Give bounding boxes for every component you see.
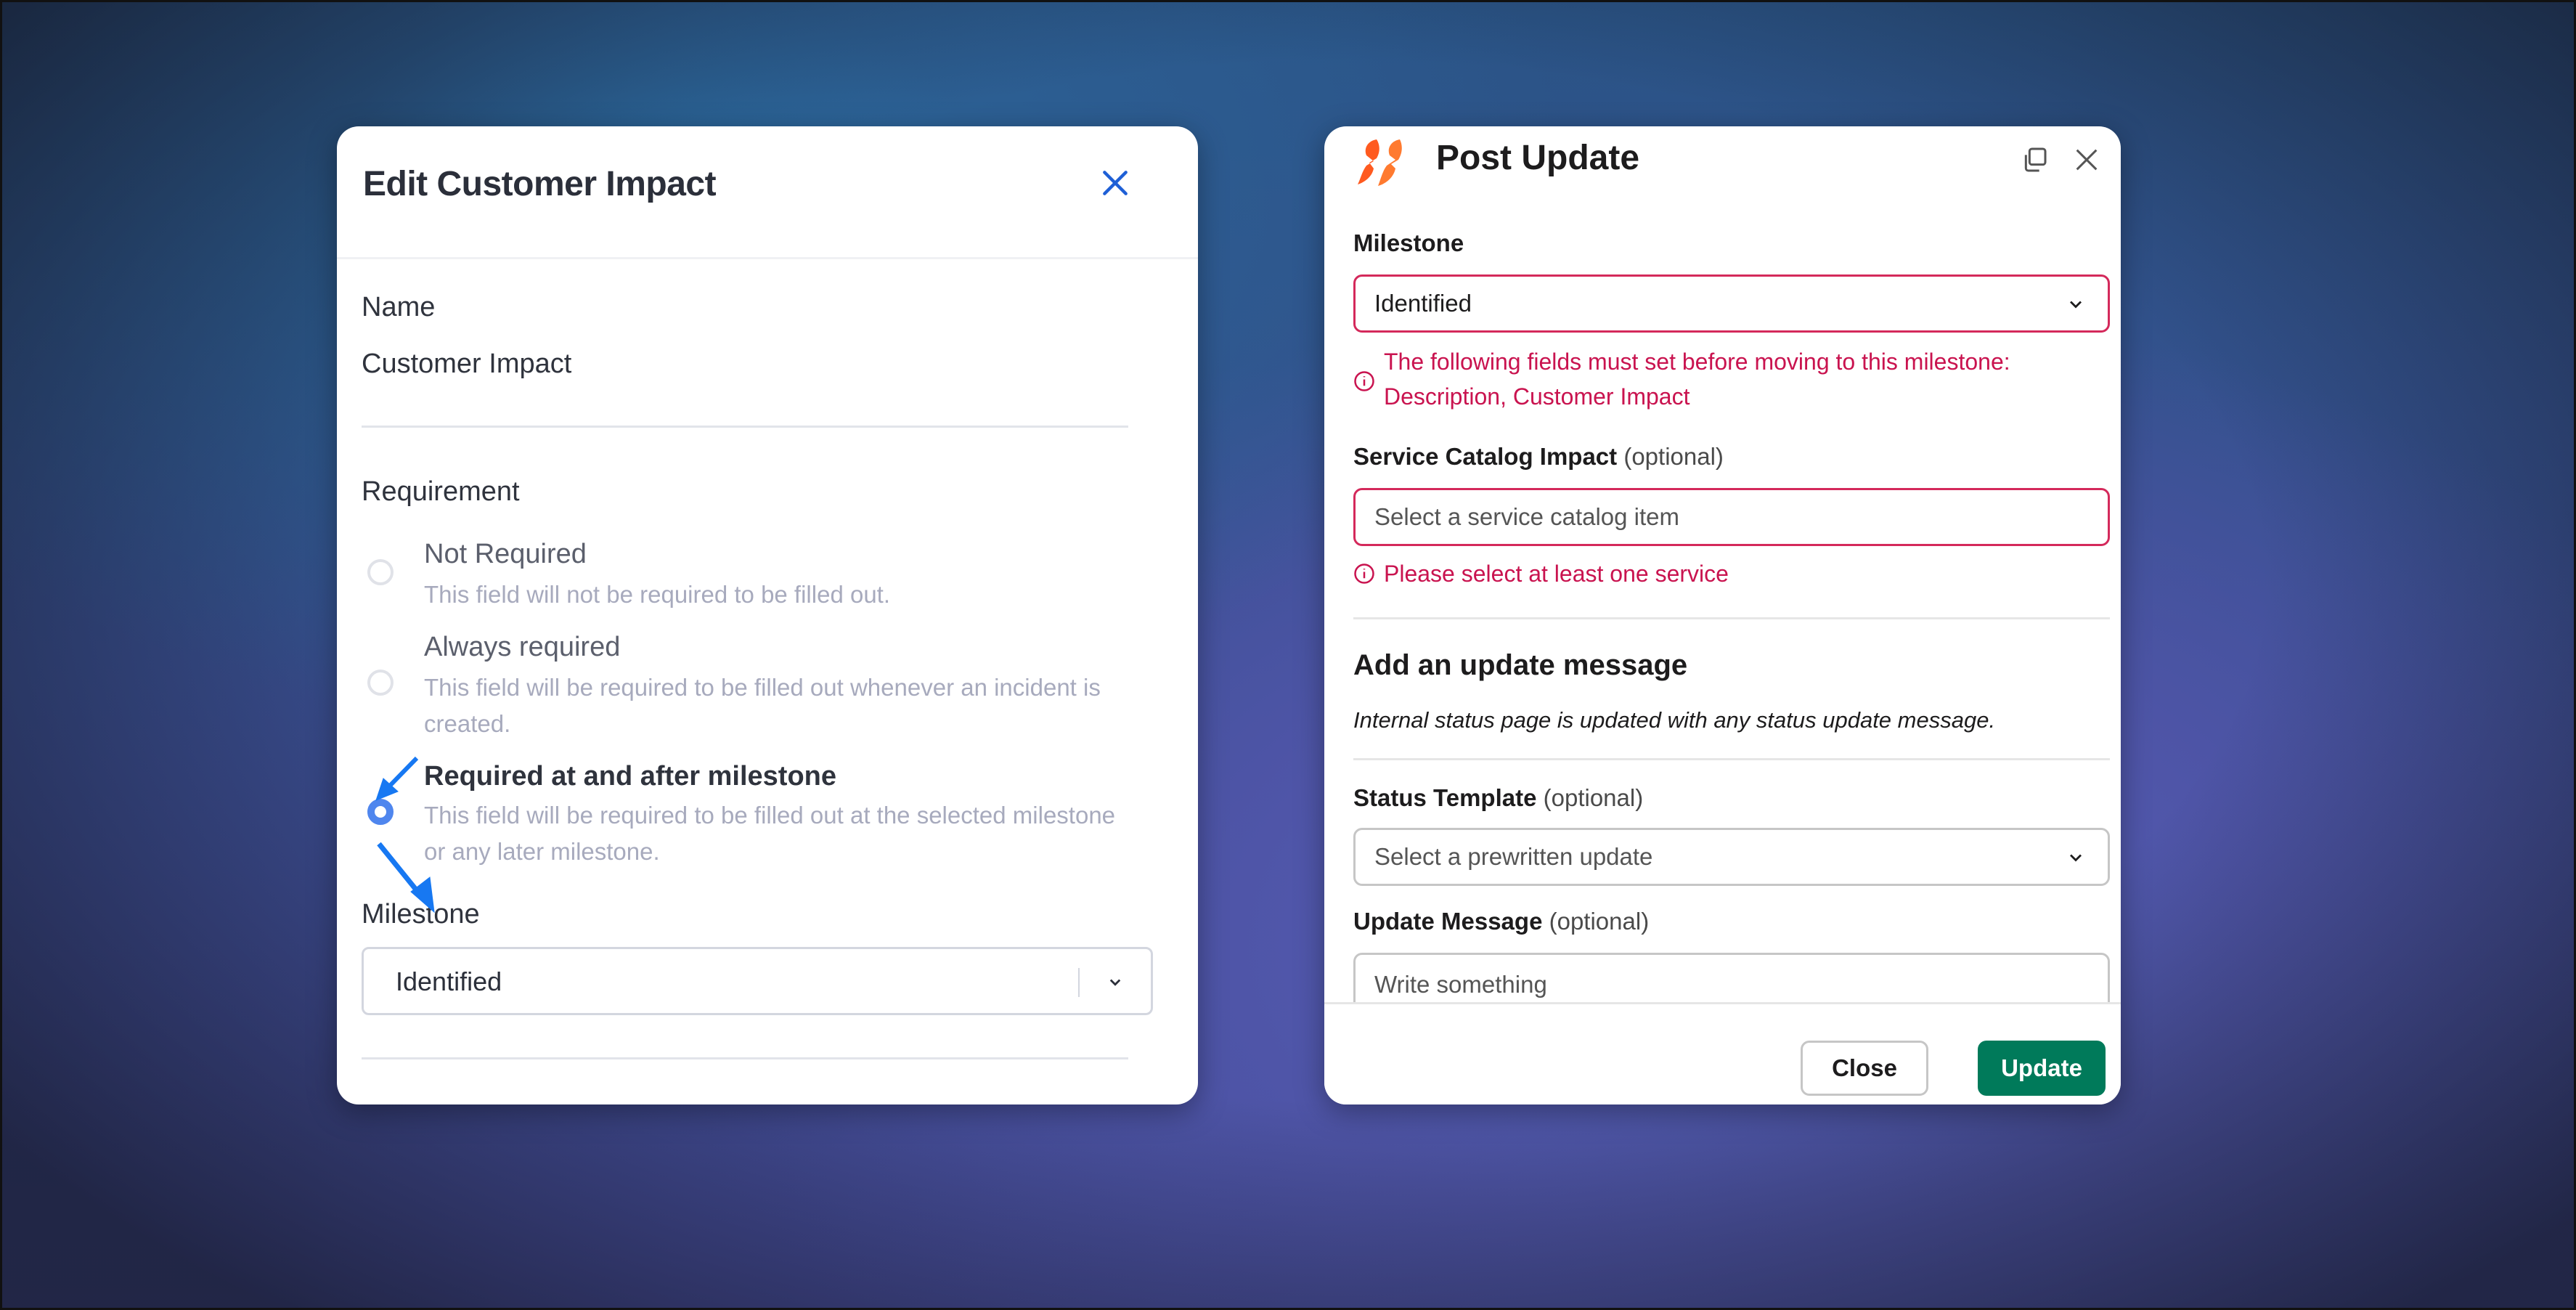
option-description: This field will not be required to be fi…: [424, 581, 891, 608]
milestone-value: Identified: [396, 967, 502, 996]
chevron-down-icon: [2070, 301, 2082, 309]
option-description: This field will be required to be filled…: [424, 674, 1101, 737]
select-separator: [1078, 968, 1080, 997]
label-text: Service Catalog Impact: [1353, 443, 1618, 470]
error-line: The following fields must set before mov…: [1384, 349, 2010, 375]
error-line: Description, Customer Impact: [1384, 383, 1690, 410]
optional-tag: (optional): [1549, 908, 1650, 935]
divider: [1353, 617, 2110, 619]
optional-tag: (optional): [1623, 443, 1724, 470]
milestone-value: Identified: [1374, 290, 1472, 317]
option-title: Not Required: [424, 539, 587, 569]
radio-not-required[interactable]: [367, 559, 394, 585]
chevron-down-icon: [2070, 854, 2082, 862]
status-template-label: Status Template (optional): [1353, 784, 1643, 812]
name-value: Customer Impact: [362, 349, 572, 379]
option-title: Always required: [424, 632, 621, 662]
optional-tag: (optional): [1543, 784, 1644, 811]
app-logo-icon: [1358, 139, 1402, 186]
error-line: Please select at least one service: [1384, 561, 1729, 587]
milestone-select[interactable]: Identified: [362, 947, 1153, 1015]
milestone-select[interactable]: Identified: [1353, 274, 2110, 333]
close-icon[interactable]: [1099, 167, 1131, 199]
divider: [362, 1057, 1128, 1059]
info-icon: [1354, 564, 1374, 584]
header-divider: [337, 257, 1198, 259]
section-note: Internal status page is updated with any…: [1353, 707, 1996, 733]
dialog-footer: Close Update: [1324, 1002, 2121, 1104]
name-label: Name: [362, 292, 436, 322]
chevron-down-icon: [1109, 979, 1121, 986]
dialog-title: Edit Customer Impact: [363, 165, 717, 203]
post-update-dialog: Post Update Milestone Identified The fol…: [1324, 126, 2121, 1104]
section-heading: Add an update message: [1353, 649, 1688, 681]
radio-always-required[interactable]: [367, 670, 394, 696]
placeholder: Select a service catalog item: [1374, 503, 1680, 530]
update-button[interactable]: Update: [1978, 1041, 2106, 1096]
divider: [362, 426, 1128, 428]
close-button[interactable]: Close: [1801, 1041, 1928, 1096]
edit-customer-impact-dialog: Edit Customer Impact Name Customer Impac…: [337, 126, 1198, 1104]
info-icon: [1354, 371, 1374, 391]
option-description: This field will be required to be filled…: [424, 802, 1116, 865]
close-icon[interactable]: [2072, 145, 2101, 174]
radio-required-at-milestone[interactable]: [367, 799, 394, 825]
milestone-label: Milestone: [362, 899, 480, 929]
placeholder: Write something: [1374, 971, 1547, 998]
placeholder: Select a prewritten update: [1374, 843, 1653, 870]
label-text: Status Template: [1353, 784, 1537, 811]
option-title: Required at and after milestone: [424, 761, 837, 792]
requirement-label: Requirement: [362, 476, 520, 507]
dialog-title: Post Update: [1436, 139, 1640, 177]
divider: [1353, 758, 2110, 760]
label-text: Update Message: [1353, 908, 1543, 935]
service-catalog-input[interactable]: Select a service catalog item: [1353, 488, 2110, 546]
update-message-label: Update Message (optional): [1353, 908, 1649, 935]
status-template-select[interactable]: Select a prewritten update: [1353, 828, 2110, 886]
popout-icon[interactable]: [2020, 145, 2049, 174]
milestone-label: Milestone: [1353, 229, 1464, 256]
service-catalog-label: Service Catalog Impact (optional): [1353, 443, 1724, 471]
